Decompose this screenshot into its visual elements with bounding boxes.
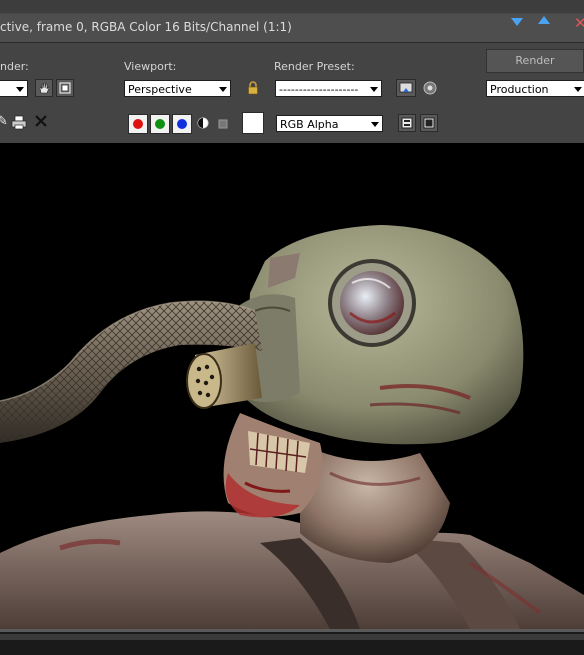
display-channel-dropdown[interactable]: RGB Alpha: [276, 115, 383, 132]
render-setup-icon[interactable]: [396, 79, 416, 97]
rendered-image: [0, 225, 584, 629]
close-icon[interactable]: ✕: [574, 14, 584, 32]
alpha-display-icon[interactable]: [197, 117, 211, 131]
restore-icon[interactable]: [538, 16, 550, 24]
edit-icon[interactable]: ✎: [0, 114, 8, 130]
area-to-render-dropdown[interactable]: [0, 80, 28, 97]
blue-channel-toggle[interactable]: [172, 114, 192, 134]
print-icon[interactable]: [11, 115, 29, 131]
region-select-icon[interactable]: [56, 79, 74, 97]
viewport-bottom-edge: [0, 629, 584, 655]
rendered-frame: [0, 143, 584, 629]
area-to-render-label: nder:: [0, 60, 29, 73]
viewport-label: Viewport:: [124, 60, 177, 73]
render-mode-dropdown[interactable]: Production: [486, 80, 584, 97]
color-swatch[interactable]: [242, 112, 264, 134]
window-title: ctive, frame 0, RGBA Color 16 Bits/Chann…: [0, 20, 292, 34]
hand-pan-icon[interactable]: [35, 79, 53, 97]
lock-icon[interactable]: [244, 79, 262, 97]
green-channel-toggle[interactable]: [150, 114, 170, 134]
minimize-icon[interactable]: [511, 18, 523, 26]
render-preset-dropdown[interactable]: --------------------: [275, 80, 382, 97]
monochrome-icon[interactable]: [218, 119, 228, 129]
red-channel-toggle[interactable]: [128, 114, 148, 134]
toggle-ui-overlays-icon[interactable]: [420, 114, 438, 132]
title-bar: ctive, frame 0, RGBA Color 16 Bits/Chann…: [0, 0, 584, 42]
clear-icon[interactable]: [34, 114, 50, 130]
toggle-ui-icon[interactable]: [398, 114, 416, 132]
viewport-dropdown[interactable]: Perspective: [124, 80, 231, 97]
render-preset-label: Render Preset:: [274, 60, 355, 73]
environment-icon[interactable]: [421, 79, 439, 97]
render-toolbar: nder: Viewport: Perspective Render Prese…: [0, 43, 584, 140]
render-button[interactable]: Render: [486, 49, 584, 73]
